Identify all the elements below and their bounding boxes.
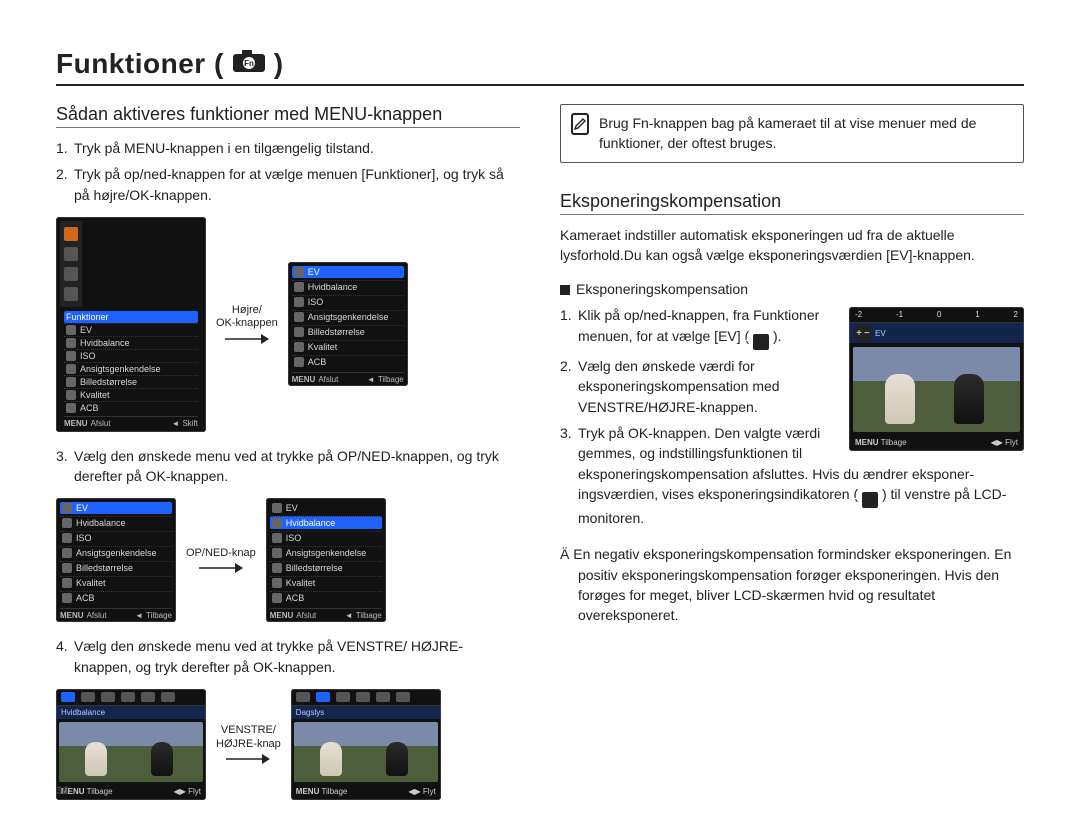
- menu-item-icon: [62, 563, 72, 573]
- menu-item-icon: [62, 518, 72, 528]
- menu-item-icon: [272, 563, 282, 573]
- ev-icon: [855, 325, 871, 341]
- menu-item-icon: [66, 377, 76, 387]
- screenshot-menu-wb: EV Hvidbalance ISO Ansigtsgenkendelse Bi…: [266, 498, 386, 622]
- menu-item-icon: [66, 351, 76, 361]
- sidebar-icon-active: [64, 227, 78, 241]
- figure-row-3: Hvidbalance MENU Tilbage◀▶ Flyt VENSTRE/…: [56, 689, 520, 800]
- page-title: Funktioner (: [56, 48, 224, 80]
- left-subhead: Sådan aktiveres funktioner med MENU-knap…: [56, 104, 520, 128]
- arrow-right-2: OP/NED-knap: [186, 547, 256, 574]
- menu-item-icon: [294, 357, 304, 367]
- ev-icon: [862, 492, 878, 508]
- wb-chip: [316, 692, 330, 702]
- figure-row-1: Funktioner EV Hvidbalance ISO Ansigtsgen…: [56, 217, 520, 432]
- wb-chip: [61, 692, 75, 702]
- menu-item-icon: [66, 390, 76, 400]
- ev-icon: [294, 267, 304, 277]
- arrow-right-1: Højre/OK-knappen: [216, 304, 278, 344]
- screenshot-ev-preview: -2 -1 0 1 2 EV MENU Tilbage◀▶ Flyt: [849, 307, 1024, 451]
- menu-item-icon: [66, 338, 76, 348]
- sidebar-active-label: Funktioner: [66, 312, 109, 322]
- reference-mark-icon: Ä: [560, 546, 569, 562]
- menu-item-icon: [66, 403, 76, 413]
- menu-item-icon: [272, 548, 282, 558]
- menu-item-icon: [272, 593, 282, 603]
- menu-item-icon: [294, 282, 304, 292]
- ev-intro: Kameraet indstiller automatisk eksponeri…: [560, 225, 1024, 266]
- menu-sidebar: [60, 221, 82, 307]
- right-subhead: Eksponeringskompensation: [560, 191, 1024, 215]
- ev-icon: [62, 503, 72, 513]
- screenshot-menu-sidebar: Funktioner EV Hvidbalance ISO Ansigtsgen…: [56, 217, 206, 432]
- menu-item-icon: [66, 325, 76, 335]
- note-box: Brug Fn-knappen bag på kameraet til at v…: [560, 104, 1024, 163]
- pencil-note-icon: [571, 113, 589, 135]
- page-title-close: ): [274, 48, 284, 80]
- menu-item-icon: [294, 312, 304, 322]
- ev-disclaimer: Ä En negativ eksponeringskompensation fo…: [560, 544, 1024, 625]
- ev-bullet: Eksponeringskompensation: [560, 279, 1024, 299]
- step-4: 4.Vælg den ønskede menu ved at trykke på…: [56, 636, 520, 677]
- ev-icon: [753, 334, 769, 350]
- screenshot-wb-auto: Hvidbalance MENU Tilbage◀▶ Flyt: [56, 689, 206, 800]
- step-1: 1.Tryk på MENU-knappen i en tilgængelig …: [56, 138, 520, 158]
- page-title-row: Funktioner ( Fn ): [56, 48, 1024, 86]
- menu-item-icon: [294, 327, 304, 337]
- svg-text:Fn: Fn: [244, 59, 254, 68]
- screenshot-menu-ev-2: EV Hvidbalance ISO Ansigtsgenkendelse Bi…: [56, 498, 176, 622]
- screenshot-menu-ev: EV Hvidbalance ISO Ansigtsgenkendelse Bi…: [288, 262, 408, 386]
- preview-image: [59, 722, 203, 782]
- menu-item-icon: [294, 342, 304, 352]
- left-column: Sådan aktiveres funktioner med MENU-knap…: [56, 104, 520, 814]
- arrow-right-3: VENSTRE/HØJRE-knap: [216, 724, 281, 764]
- menu-item-icon: [272, 518, 282, 528]
- page-number: 36: [56, 785, 68, 797]
- ev-scale: -2 -1 0 1 2: [849, 307, 1024, 323]
- sidebar-icon: [64, 267, 78, 281]
- preview-image: [853, 347, 1020, 432]
- screenshot-wb-daylight: Dagslys MENU Tilbage◀▶ Flyt: [291, 689, 441, 800]
- sidebar-icon: [64, 287, 78, 301]
- ev-icon: [272, 503, 282, 513]
- sidebar-icon: [64, 247, 78, 261]
- menu-item-icon: [272, 533, 282, 543]
- step-2: 2.Tryk på op/ned-knappen for at vælge me…: [56, 164, 520, 205]
- fn-camera-icon: Fn: [232, 49, 266, 80]
- menu-item-icon: [62, 533, 72, 543]
- figure-row-2: EV Hvidbalance ISO Ansigtsgenkendelse Bi…: [56, 498, 520, 622]
- step-3: 3.Vælg den ønskede menu ved at trykke på…: [56, 446, 520, 487]
- menu-item-icon: [62, 593, 72, 603]
- square-bullet-icon: [560, 285, 570, 295]
- menu-item-icon: [294, 297, 304, 307]
- preview-image: [294, 722, 438, 782]
- menu-item-icon: [66, 364, 76, 374]
- right-column: Brug Fn-knappen bag på kameraet til at v…: [560, 104, 1024, 814]
- menu-item-icon: [62, 548, 72, 558]
- menu-item-icon: [62, 578, 72, 588]
- menu-item-icon: [272, 578, 282, 588]
- manual-page: Funktioner ( Fn ) Sådan aktiveres funkti…: [0, 0, 1080, 815]
- note-text: Brug Fn-knappen bag på kameraet til at v…: [599, 113, 1013, 154]
- two-column-layout: Sådan aktiveres funktioner med MENU-knap…: [56, 104, 1024, 814]
